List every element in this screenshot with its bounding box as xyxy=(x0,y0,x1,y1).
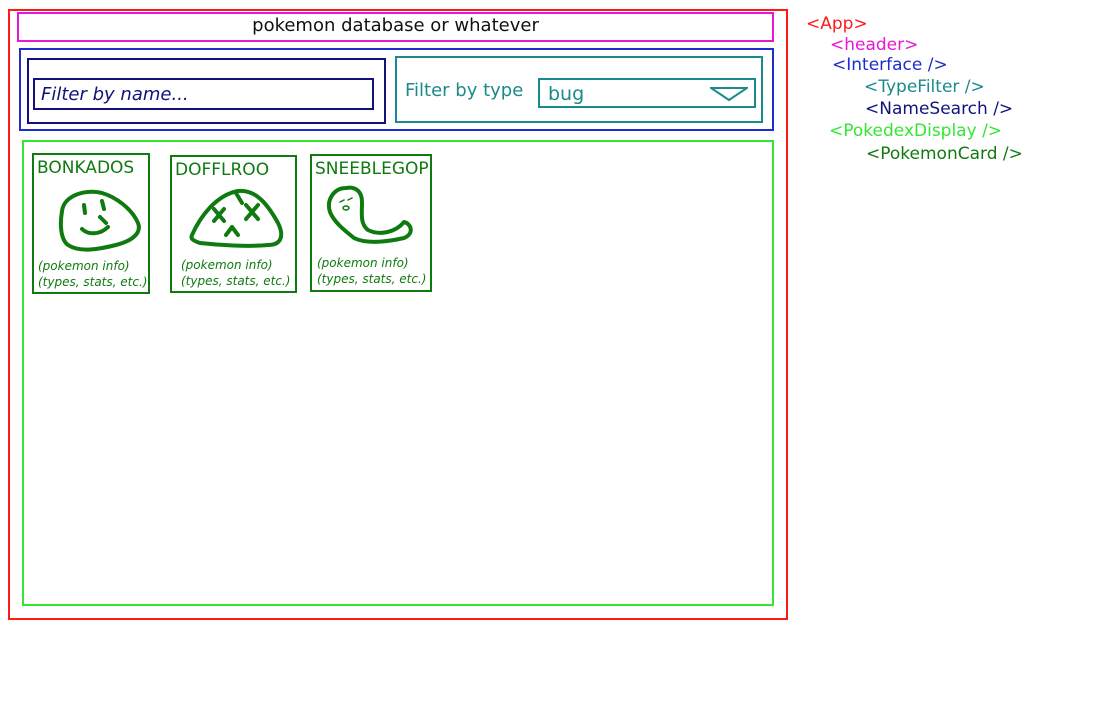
chevron-down-icon xyxy=(710,87,748,102)
page-title: pokemon database or whatever xyxy=(252,15,539,36)
pokemon-image xyxy=(58,189,141,252)
pokemon-card[interactable]: DOFFLROO (pokemon info) (types, stats, e… xyxy=(170,155,297,293)
type-select-value: bug xyxy=(548,83,585,105)
pokemon-card[interactable]: BONKADOS (pokemon info) (types, stats, e… xyxy=(32,153,150,294)
pokemon-name: DOFFLROO xyxy=(175,160,270,180)
name-search-input[interactable] xyxy=(33,78,374,110)
tree-node-typefilter: <TypeFilter /> xyxy=(864,77,985,97)
tree-node-pokedexdisplay: <PokedexDisplay /> xyxy=(829,121,1003,141)
pokemon-info: (pokemon info) xyxy=(317,256,409,270)
pokemon-image xyxy=(189,188,284,248)
pokemon-info: (pokemon info) xyxy=(181,258,273,272)
type-filter-label: Filter by type xyxy=(405,80,524,101)
tree-node-interface: <Interface /> xyxy=(832,55,948,75)
pokemon-info-details: (types, stats, etc.) xyxy=(181,274,291,288)
pokemon-name: SNEEBLEGOP xyxy=(315,159,429,179)
pokemon-info-details: (types, stats, etc.) xyxy=(38,275,148,289)
pokemon-name: BONKADOS xyxy=(37,158,135,178)
tree-node-header: <header> xyxy=(830,35,919,55)
type-select[interactable]: bug xyxy=(538,78,756,108)
tree-node-pokemoncard: <PokemonCard /> xyxy=(866,144,1023,164)
pokemon-info: (pokemon info) xyxy=(38,259,130,273)
header: pokemon database or whatever xyxy=(17,12,774,42)
tree-node-app: <App> xyxy=(806,14,868,34)
tree-node-namesearch: <NameSearch /> xyxy=(865,99,1014,119)
pokemon-card[interactable]: SNEEBLEGOP (pokemon info) (types, stats,… xyxy=(310,154,432,292)
pokemon-image xyxy=(327,185,413,244)
pokemon-info-details: (types, stats, etc.) xyxy=(317,272,427,286)
